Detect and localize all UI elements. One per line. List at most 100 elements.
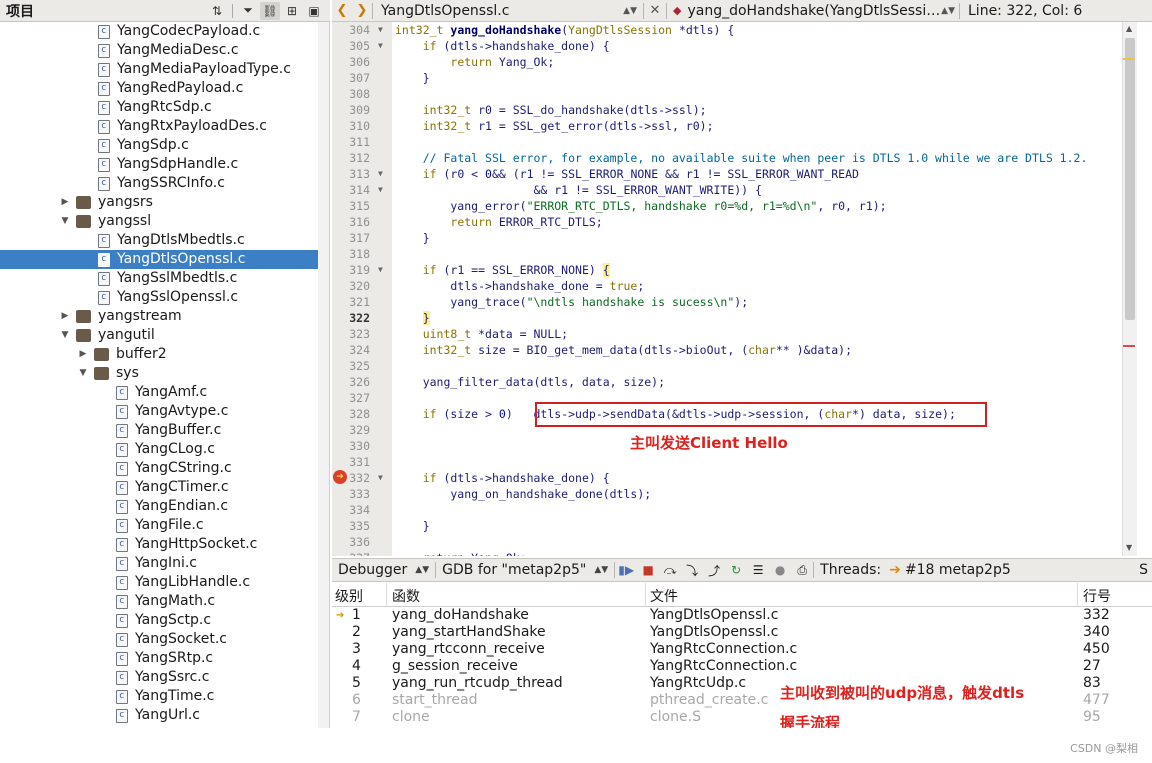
open-file-selector[interactable]: YangDtlsOpenssl.c ▲▼ — [373, 3, 643, 19]
line-number[interactable]: 330 — [332, 438, 370, 454]
line-number[interactable]: 327 — [332, 390, 370, 406]
line-number[interactable]: 334 — [332, 502, 370, 518]
debugger-mode-selector[interactable]: Debugger ▲▼ — [332, 562, 435, 578]
line-number[interactable]: 323 — [332, 326, 370, 342]
tree-file[interactable]: YangSocket.c — [0, 630, 329, 649]
tree-file[interactable]: YangFile.c — [0, 516, 329, 535]
tree-file[interactable]: YangAmf.c — [0, 383, 329, 402]
header-file[interactable]: 文件 — [650, 586, 678, 606]
line-number[interactable]: 321 — [332, 294, 370, 310]
line-number[interactable]: 326 — [332, 374, 370, 390]
line-number[interactable]: 304 — [332, 22, 370, 38]
debug-session-selector[interactable]: GDB for "metap2p5" ▲▼ — [436, 562, 614, 578]
breakpoint-current-icon[interactable]: ➔ — [333, 470, 347, 484]
code-text[interactable]: // Fatal SSL error, for example, no avai… — [395, 150, 1088, 166]
code-line[interactable]: 312 // Fatal SSL error, for example, no … — [332, 150, 1137, 166]
tree-folder[interactable]: ▶ yangsrs — [0, 193, 329, 212]
snapshot-icon[interactable]: ⎙ — [793, 562, 811, 578]
code-line[interactable]: 310 int32_t r1 = SSL_get_error(dtls->ssl… — [332, 118, 1137, 134]
code-line[interactable]: 333 yang_on_handshake_done(dtls); — [332, 486, 1137, 502]
code-text[interactable]: } — [395, 70, 430, 86]
back-arrow-icon[interactable]: ❮ — [332, 3, 352, 18]
stack-frame-row[interactable]: ➔ 1 yang_doHandshake YangDtlsOpenssl.c 332 — [332, 607, 1152, 624]
tree-folder[interactable]: ▶ buffer2 — [0, 345, 329, 364]
chevron-right-icon[interactable]: ▶ — [60, 307, 70, 326]
code-line[interactable]: 307 } — [332, 70, 1137, 86]
line-number[interactable]: 325 — [332, 358, 370, 374]
code-line[interactable]: 308 — [332, 86, 1137, 102]
tree-file[interactable]: YangAvtype.c — [0, 402, 329, 421]
link-icon[interactable]: ⛓ — [260, 1, 280, 20]
code-text[interactable]: yang_filter_data(dtls, data, size); — [395, 374, 665, 390]
code-text[interactable]: int32_t size = BIO_get_mem_data(dtls->bi… — [395, 342, 852, 358]
code-text[interactable]: uint8_t *data = NULL; — [395, 326, 568, 342]
line-number[interactable]: 333 — [332, 486, 370, 502]
record-icon[interactable]: ● — [771, 562, 789, 578]
line-number[interactable]: 306 — [332, 54, 370, 70]
code-line[interactable]: 316 return ERROR_RTC_DTLS; — [332, 214, 1137, 230]
tree-file[interactable]: YangCodecPayload.c — [0, 22, 329, 41]
chevron-right-icon[interactable]: ▶ — [60, 193, 70, 212]
code-text[interactable]: return Yang_Ok; — [395, 550, 527, 556]
panel-menu-icon[interactable]: ⇅ — [207, 2, 227, 20]
fold-toggle-icon[interactable]: ▼ — [378, 470, 383, 486]
code-line[interactable]: 313 ▼ if (r0 < 0&& (r1 != SSL_ERROR_NONE … — [332, 166, 1137, 182]
line-number[interactable]: 336 — [332, 534, 370, 550]
chevron-down-icon[interactable]: ▼ — [78, 364, 88, 383]
tree-file[interactable]: YangSslOpenssl.c — [0, 288, 329, 307]
code-line[interactable]: 336 — [332, 534, 1137, 550]
code-text[interactable]: yang_error("ERROR_RTC_DTLS, handshake r0… — [395, 198, 886, 214]
code-text[interactable]: return Yang_Ok; — [395, 54, 554, 70]
line-number[interactable]: 337 — [332, 550, 370, 556]
code-editor[interactable]: 304 ▼ int32_t yang_doHandshake(YangDtlsSes… — [332, 22, 1137, 556]
tree-file[interactable]: YangSdpHandle.c — [0, 155, 329, 174]
tree-file[interactable]: YangCString.c — [0, 459, 329, 478]
code-line[interactable]: 318 — [332, 246, 1137, 262]
code-line[interactable]: 335 } — [332, 518, 1137, 534]
tree-file[interactable]: YangCTimer.c — [0, 478, 329, 497]
code-text[interactable]: dtls->handshake_done = true; — [395, 278, 644, 294]
code-line[interactable]: 304 ▼ int32_t yang_doHandshake(YangDtlsSes… — [332, 22, 1137, 38]
line-number[interactable]: 305 — [332, 38, 370, 54]
tree-folder[interactable]: ▼ yangutil — [0, 326, 329, 345]
header-level[interactable]: 级别 — [335, 586, 363, 606]
line-number[interactable]: 322 — [332, 310, 370, 326]
line-number[interactable]: 318 — [332, 246, 370, 262]
step-over-icon[interactable]: ⤼ — [661, 562, 679, 578]
code-text[interactable]: && r1 != SSL_ERROR_WANT_WRITE)) { — [395, 182, 761, 198]
tree-file[interactable]: YangMath.c — [0, 592, 329, 611]
fold-toggle-icon[interactable]: ▼ — [378, 166, 383, 182]
line-number[interactable]: 307 — [332, 70, 370, 86]
continue-icon[interactable]: ▮▶ — [617, 562, 635, 578]
tree-file[interactable]: YangSsrc.c — [0, 668, 329, 687]
restart-icon[interactable]: ↻ — [727, 562, 745, 578]
tree-file[interactable]: YangDtlsMbedtls.c — [0, 231, 329, 250]
code-text[interactable]: return ERROR_RTC_DTLS; — [395, 214, 602, 230]
tree-file[interactable]: YangRedPayload.c — [0, 79, 329, 98]
stack-frame-row[interactable]: 2 yang_startHandShake YangDtlsOpenssl.c 340 — [332, 624, 1152, 641]
scroll-up-icon[interactable]: ▲ — [1126, 24, 1132, 33]
line-number[interactable]: 317 — [332, 230, 370, 246]
tree-file[interactable]: YangIni.c — [0, 554, 329, 573]
fold-toggle-icon[interactable]: ▼ — [378, 38, 383, 54]
code-text[interactable]: int32_t r1 = SSL_get_error(dtls->ssl, r0… — [395, 118, 714, 134]
editor-scroll-thumb[interactable] — [1125, 38, 1135, 320]
tree-folder[interactable]: ▶ yangstream — [0, 307, 329, 326]
line-column-indicator[interactable]: Line: 322, Col: 6 — [960, 3, 1082, 19]
function-selector[interactable]: ◆ yang_doHandshake(YangDtlsSessi… ▲▼ — [667, 3, 959, 19]
code-line[interactable]: 323 uint8_t *data = NULL; — [332, 326, 1137, 342]
fold-toggle-icon[interactable]: ▼ — [378, 22, 383, 38]
line-number[interactable]: 313 — [332, 166, 370, 182]
project-tree-scrollbar[interactable] — [318, 22, 329, 728]
header-line[interactable]: 行号 — [1083, 586, 1111, 606]
thread-selector[interactable]: #18 metap2p5 — [905, 562, 1011, 578]
tree-file[interactable]: YangEndian.c — [0, 497, 329, 516]
code-text[interactable]: if (r1 == SSL_ERROR_NONE) { — [395, 262, 610, 278]
step-into-icon[interactable]: ⤵ — [683, 562, 701, 578]
line-number[interactable]: 314 — [332, 182, 370, 198]
code-line[interactable]: 314 ▼ && r1 != SSL_ERROR_WANT_WRITE)) { — [332, 182, 1137, 198]
code-text[interactable]: int32_t yang_doHandshake(YangDtlsSession… — [395, 22, 734, 38]
code-line[interactable]: 331 — [332, 454, 1137, 470]
chevron-down-icon[interactable]: ▼ — [60, 212, 70, 231]
tree-folder[interactable]: ▼ yangssl — [0, 212, 329, 231]
